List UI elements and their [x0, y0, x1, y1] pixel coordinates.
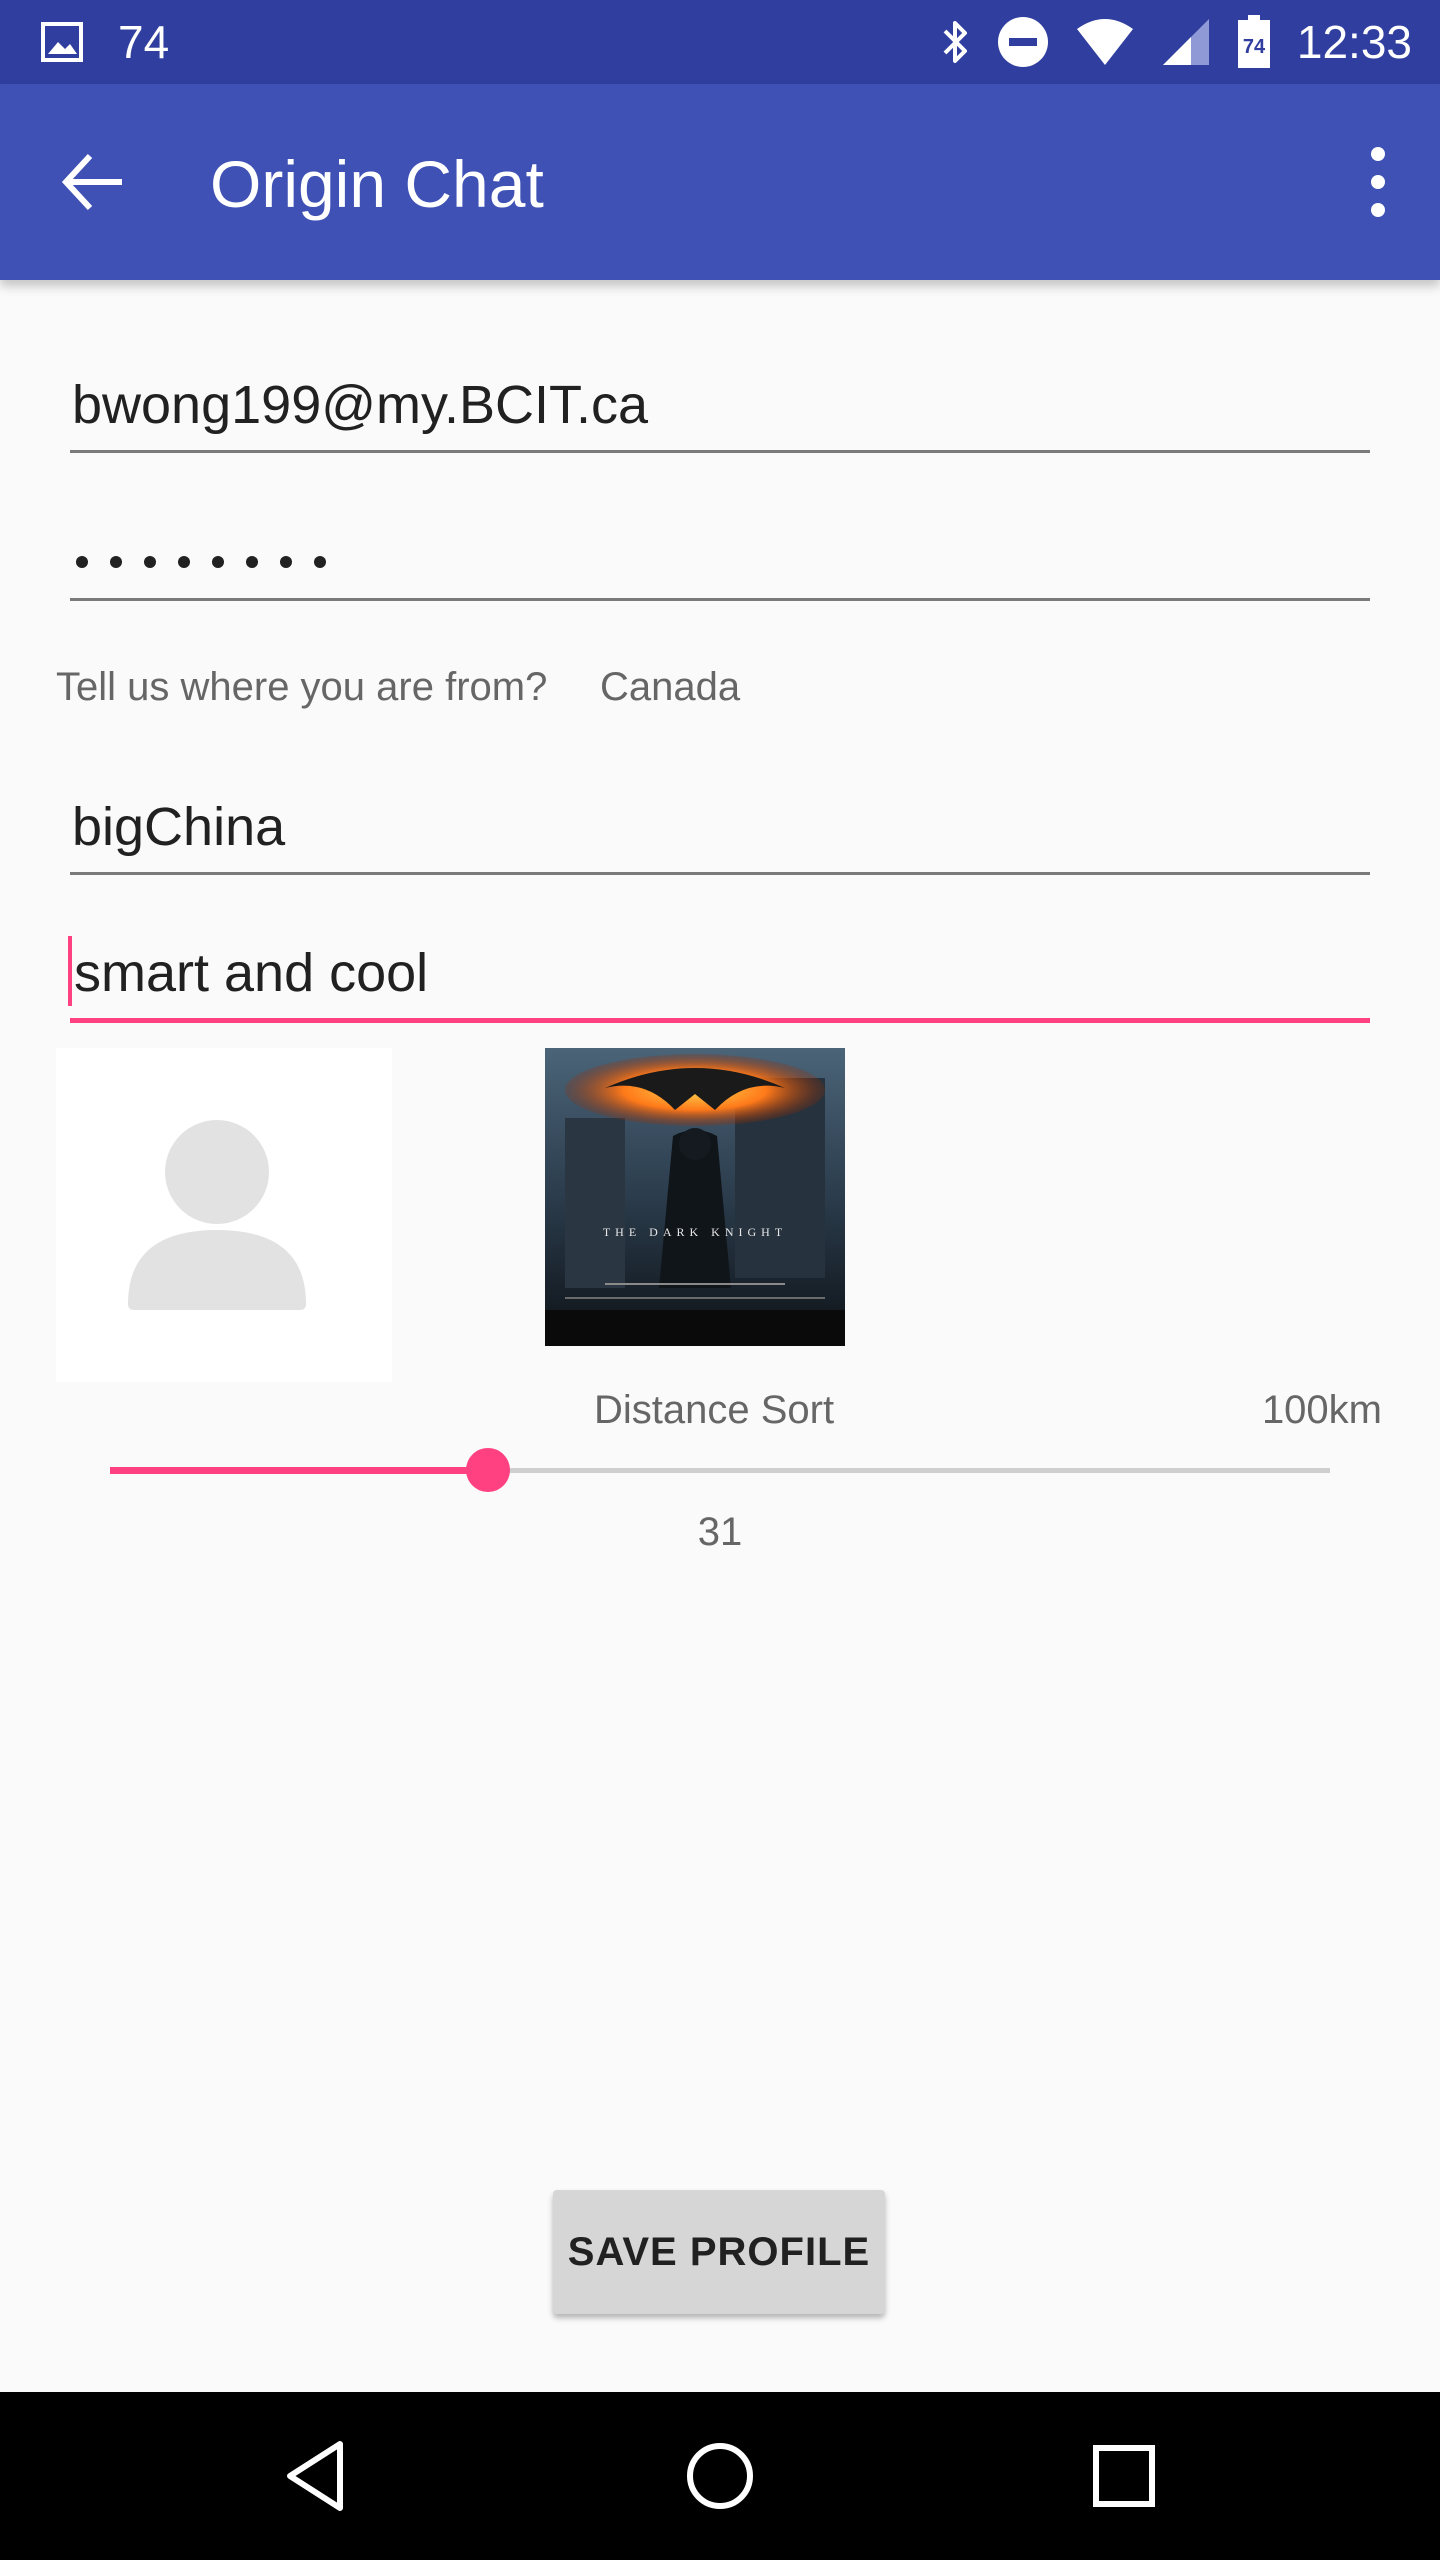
distance-value: 31	[697, 1510, 743, 1554]
nav-back-icon[interactable]	[276, 2434, 360, 2518]
distance-max-label: 100km	[1261, 1388, 1382, 1432]
email-value: bwong199@my.BCIT.ca	[72, 375, 649, 435]
clock: 12:33	[1296, 16, 1412, 68]
country-spinner[interactable]: Canada	[600, 665, 740, 710]
person-placeholder-icon	[128, 1120, 306, 1310]
album-art-image[interactable]: THE DARK KNIGHT	[545, 1048, 845, 1346]
bluetooth-icon	[943, 21, 967, 63]
slider-thumb[interactable]	[466, 1448, 511, 1492]
arrow-back-icon[interactable]	[58, 146, 130, 218]
nav-home-icon[interactable]	[678, 2434, 762, 2518]
app-title: Origin Chat	[210, 147, 544, 221]
slider-fill	[110, 1467, 489, 1474]
notification-count: 74	[118, 16, 170, 68]
cell-signal-icon	[1162, 19, 1209, 65]
password-dots	[76, 556, 326, 568]
battery-icon: 74	[1237, 15, 1270, 68]
distance-sort-label: Distance Sort	[594, 1388, 835, 1432]
description-value: smart and cool	[74, 943, 429, 1003]
wifi-icon	[1076, 19, 1133, 65]
album-title: THE DARK KNIGHT	[603, 1225, 787, 1239]
image-icon	[41, 22, 83, 62]
app-bar: Origin Chat	[0, 84, 1440, 280]
svg-text:74: 74	[1243, 36, 1266, 58]
status-bar: 74 74 12:33	[0, 0, 1440, 84]
distance-slider[interactable]	[110, 1448, 1330, 1492]
navigation-bar	[0, 2392, 1440, 2560]
username-field[interactable]: bigChina	[70, 790, 1370, 875]
password-field[interactable]	[70, 516, 1370, 601]
username-value: bigChina	[72, 797, 286, 857]
profile-avatar[interactable]	[56, 1048, 392, 1382]
do-not-disturb-icon	[997, 17, 1048, 67]
country-prompt: Tell us where you are from?	[56, 665, 548, 709]
description-field[interactable]: smart and cool	[68, 936, 1370, 1023]
email-field[interactable]: bwong199@my.BCIT.ca	[70, 368, 1370, 453]
more-vert-icon[interactable]	[1356, 144, 1400, 220]
status-icons: 74 12:33	[941, 0, 1412, 84]
nav-recents-icon[interactable]	[1082, 2434, 1166, 2518]
save-profile-button[interactable]: SAVE PROFILE	[553, 2190, 885, 2314]
text-cursor	[68, 936, 72, 1006]
